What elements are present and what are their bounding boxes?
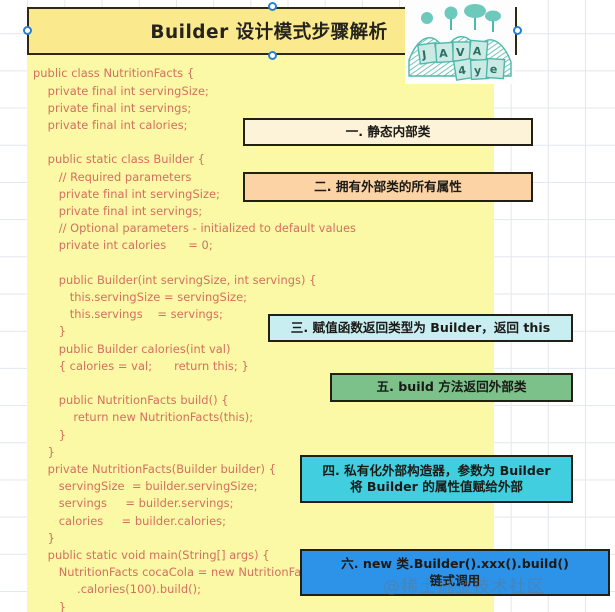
resize-handle-north[interactable] (268, 2, 277, 11)
resize-handle-west[interactable] (23, 26, 32, 35)
svg-text:V: V (456, 46, 465, 59)
annotation-note-2-label: 二. 拥有外部类的所有属性 (314, 178, 462, 194)
annotation-note-3-label: 三. 赋值函数返回类型为 Builder，返回 this (290, 319, 551, 335)
annotation-note-2[interactable]: 二. 拥有外部类的所有属性 (243, 172, 533, 202)
page-title: Builder 设计模式步骤解析 (150, 22, 388, 43)
annotation-note-5[interactable]: 五. build 方法返回外部类 (330, 373, 573, 402)
svg-text:A: A (439, 47, 449, 61)
drawing-canvas[interactable]: public class NutritionFacts { private fi… (0, 0, 615, 612)
annotation-note-6[interactable]: 六. new 类.Builder().xxx().build() 链式调用 (300, 549, 610, 596)
svg-text:A: A (472, 45, 482, 59)
resize-handle-south[interactable] (268, 51, 277, 60)
svg-text:e: e (489, 63, 497, 76)
annotation-note-1-label: 一. 静态内部类 (345, 123, 431, 139)
annotation-note-6-label: 六. new 类.Builder().xxx().build() 链式调用 (341, 556, 569, 588)
javaeye-logo-icon: J A V A 4 y e (405, 0, 515, 84)
annotation-note-4[interactable]: 四. 私有化外部构造器，参数为 Builder 将 Builder 的属性值赋给外… (300, 455, 573, 503)
annotation-note-1[interactable]: 一. 静态内部类 (243, 118, 533, 146)
annotation-note-3[interactable]: 三. 赋值函数返回类型为 Builder，返回 this (268, 314, 573, 342)
annotation-note-5-label: 五. build 方法返回外部类 (376, 379, 527, 395)
resize-handle-east[interactable] (513, 26, 522, 35)
annotation-note-4-label: 四. 私有化外部构造器，参数为 Builder 将 Builder 的属性值赋给外… (322, 462, 551, 494)
svg-text:y: y (474, 64, 482, 77)
